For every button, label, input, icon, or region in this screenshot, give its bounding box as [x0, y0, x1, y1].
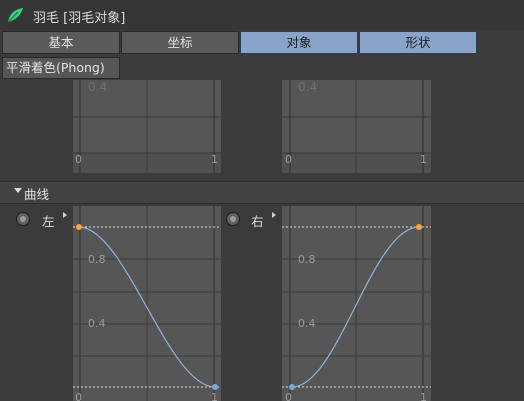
collapse-arrow-icon[interactable] [14, 188, 22, 193]
top-left-tick-y: 0.4 [88, 80, 107, 94]
right-tick-y-0-8: 0.8 [298, 253, 316, 266]
left-tick-x0: 0 [75, 391, 82, 401]
right-curve-start-point[interactable] [289, 384, 295, 390]
left-curve-end-point[interactable] [212, 384, 218, 390]
curves-section-title: 曲线 [24, 187, 50, 202]
right-tick-y-0-4: 0.4 [298, 317, 316, 330]
left-curve-start-point[interactable] [76, 224, 82, 230]
window-title: 羽毛 [羽毛对象] [33, 11, 126, 26]
top-left-tick-x0: 0 [75, 153, 82, 166]
feather-icon [7, 8, 23, 23]
top-graph-left[interactable]: 0.4 0 1 [73, 80, 221, 173]
top-graphs: 0.4 0 1 0.4 0 1 [73, 80, 431, 173]
top-right-tick-x1: 1 [420, 153, 427, 166]
top-right-tick-x0: 0 [285, 153, 292, 166]
right-curve-end-point[interactable] [416, 224, 422, 230]
tab-coordinates[interactable]: 坐标 [121, 31, 239, 54]
top-right-tick-y: 0.4 [298, 80, 317, 94]
tab-bar: 基本 坐标 对象 形状 [2, 31, 478, 55]
tab-shape[interactable]: 形状 [359, 31, 477, 54]
top-graph-right[interactable]: 0.4 0 1 [282, 80, 431, 173]
left-curve-graph[interactable]: 0.8 0.4 0 1 [73, 206, 221, 401]
right-curve-graph[interactable]: 0.8 0.4 0 1 [282, 206, 431, 401]
curve-graphs: 0.8 0.4 0 1 0.8 0.4 0 1 [73, 206, 431, 401]
left-tick-x1: 1 [211, 391, 218, 401]
curves-section-header[interactable]: 曲线 [0, 181, 524, 204]
tab-basic[interactable]: 基本 [2, 31, 120, 54]
left-tick-y-0-4: 0.4 [88, 317, 106, 330]
top-left-tick-x1: 1 [211, 153, 218, 166]
left-tick-y-0-8: 0.8 [88, 253, 106, 266]
tab-phong-shading[interactable]: 平滑着色(Phong) [2, 57, 120, 79]
right-tick-x0: 0 [285, 391, 292, 401]
window-titlebar: 羽毛 [羽毛对象] [0, 0, 524, 30]
right-tick-x1: 1 [420, 391, 427, 401]
tab-object[interactable]: 对象 [240, 31, 358, 54]
